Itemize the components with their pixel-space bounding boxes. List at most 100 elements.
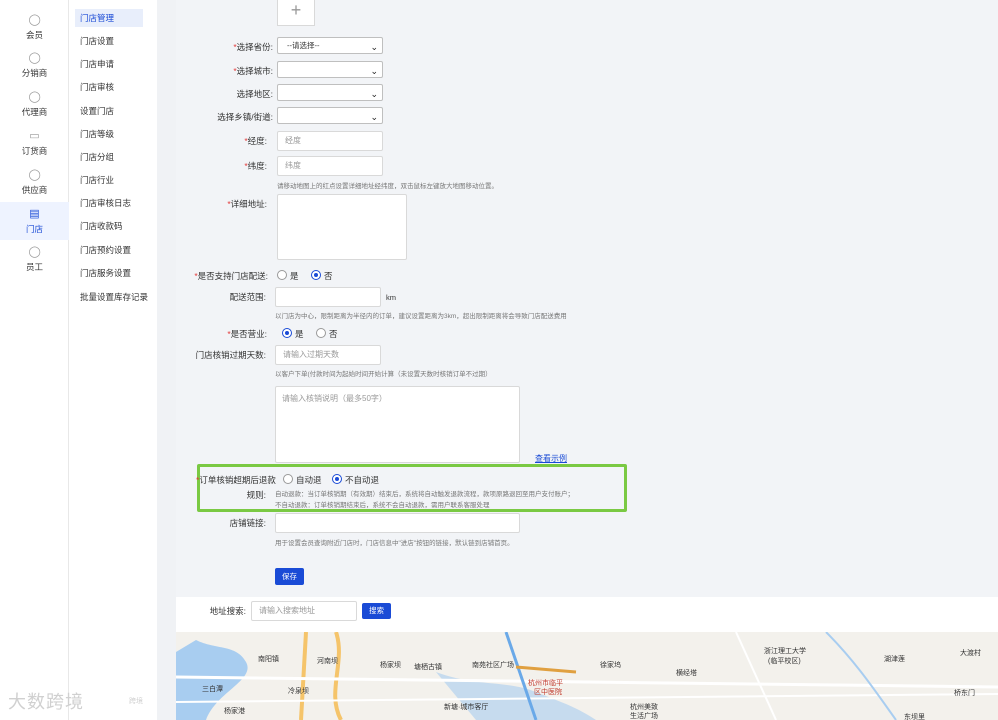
watermark-logo: 大数跨境 <box>8 692 84 712</box>
map-label: 新塘·城市客厅 <box>444 704 489 711</box>
map-label: 浙江理工大学 <box>764 648 806 655</box>
map-label: 生活广场 <box>630 713 658 720</box>
rail-item-label: 分销商 <box>21 68 48 78</box>
refund-rule-label-line2: 规则: <box>246 490 266 500</box>
search-button[interactable]: 搜索 <box>362 603 391 619</box>
verify-description-textarea[interactable]: 请输入核销说明（最多50字） <box>275 386 520 463</box>
map-label: (临平校区) <box>768 658 801 665</box>
auto-refund-radio[interactable] <box>283 474 293 484</box>
open-yes-radio[interactable] <box>282 328 292 338</box>
map-label: 东坝里 <box>904 714 925 720</box>
map-label: 徐家坞 <box>600 662 621 669</box>
store-link-label: 店铺链接: <box>229 518 266 528</box>
map-label: 杨家坝 <box>380 662 401 669</box>
delivery-range-input[interactable] <box>275 287 381 307</box>
subnav-item-batch-stock[interactable]: 批量设置库存记录 <box>75 288 148 306</box>
primary-nav-rail: ◯ 会员 ◯ 分销商 ◯ 代理商 ▭ 订货商 ◯ 供应商 ▤ 门店 ◯ 员工 <box>0 0 69 720</box>
refund-rule-label-line1: *订单核销超期后退款 <box>196 475 276 485</box>
province-select[interactable]: --请选择-- ⌄ <box>277 37 383 54</box>
map-label: 塘栖古镇 <box>414 664 442 671</box>
delivery-no-radio[interactable] <box>311 270 321 280</box>
plus-icon: + <box>290 0 302 20</box>
subnav-item-service-settings[interactable]: 门店服务设置 <box>75 264 143 282</box>
district-label: 选择地区: <box>236 89 273 99</box>
subnav-item-booking-settings[interactable]: 门店预约设置 <box>75 241 143 259</box>
subnav-item-payment-code[interactable]: 门店收款码 <box>75 217 143 235</box>
address-search-input[interactable]: 请输入搜索地址 <box>251 601 357 621</box>
district-select[interactable]: ⌄ <box>277 84 383 101</box>
delivery-support-label: *是否支持门店配送: <box>194 271 268 281</box>
rail-item-label: 代理商 <box>21 107 48 117</box>
delivery-yes-label: 是 <box>290 271 299 281</box>
auto-refund-hint: 自动退款：当订单核销期（有效期）结束后，系统将自动触发退款流程，款项原路退回至用… <box>275 491 574 498</box>
km-unit: km <box>386 293 396 302</box>
subnav-item-review-log[interactable]: 门店审核日志 <box>75 194 143 212</box>
delivery-no-label: 否 <box>324 271 333 281</box>
subnav-item-store-apply[interactable]: 门店申请 <box>75 55 143 73</box>
chevron-down-icon: ⌄ <box>370 66 378 76</box>
secondary-nav: 门店管理 门店设置 门店申请 门店审核 设置门店 门店等级 门店分组 门店行业 … <box>69 0 157 720</box>
no-auto-refund-radio[interactable] <box>332 474 342 484</box>
subnav-item-store-settings[interactable]: 门店设置 <box>75 32 143 50</box>
map-label: 桥东门 <box>954 690 975 697</box>
rail-item-label: 门店 <box>25 224 43 234</box>
map-hint-text: 请移动地图上的红点设置详细地址经纬度，双击鼠标左键放大地图移动位置。 <box>277 183 498 190</box>
map-label: 区中医院 <box>534 689 562 696</box>
chevron-down-icon: ⌄ <box>370 112 378 122</box>
town-select[interactable]: ⌄ <box>277 107 383 124</box>
expire-days-input[interactable]: 请输入过期天数 <box>275 345 381 365</box>
location-map[interactable]: 南阳镇 河南坝 杨家坝 塘栖古镇 南苑社区广场 浙江理工大学 (临平校区) 湖津… <box>176 632 998 720</box>
longitude-input[interactable]: 经度 <box>277 131 383 151</box>
image-upload-button[interactable]: + <box>277 0 315 26</box>
store-icon: ▤ <box>29 208 40 220</box>
map-label: 大渡村 <box>960 650 981 657</box>
rail-item-distributor[interactable]: ◯ 分销商 <box>0 52 69 88</box>
expire-days-hint: 以客户下单(付款时间为起始时间开始计算（未设置天数时核销订单不过期） <box>275 371 492 378</box>
subnav-item-store-level[interactable]: 门店等级 <box>75 125 143 143</box>
province-label: *选择省份: <box>233 42 273 52</box>
chevron-down-icon: ⌄ <box>370 42 378 52</box>
rail-item-label: 订货商 <box>21 146 48 156</box>
store-link-hint: 用于设置会员查询附近门店时，门店信息中"进店"按钮的链接，默认链到店铺首页。 <box>275 540 514 547</box>
map-label: 冷泉坝 <box>288 688 309 695</box>
city-label: *选择城市: <box>233 66 273 76</box>
delivery-yes-radio[interactable] <box>277 270 287 280</box>
rail-item-agent[interactable]: ◯ 代理商 <box>0 91 69 127</box>
view-example-link[interactable]: 查看示例 <box>535 453 567 464</box>
save-button[interactable]: 保存 <box>275 568 304 585</box>
subnav-item-store-management[interactable]: 门店管理 <box>75 9 143 27</box>
delivery-range-hint: 以门店为中心，限制距离为半径内的订单，建议设置距离为3km，超出限制距离将会导致… <box>275 313 567 320</box>
address-textarea[interactable] <box>277 194 407 260</box>
rail-item-supplier[interactable]: ◯ 供应商 <box>0 169 69 205</box>
map-canvas <box>176 632 998 720</box>
subnav-item-store-industry[interactable]: 门店行业 <box>75 171 143 189</box>
agent-icon: ◯ <box>28 91 41 103</box>
rail-item-store[interactable]: ▤ 门店 <box>0 202 69 240</box>
subnav-item-store-group[interactable]: 门店分组 <box>75 148 143 166</box>
latitude-input[interactable]: 纬度 <box>277 156 383 176</box>
map-label: 湖津莲 <box>884 656 905 663</box>
order-icon: ▭ <box>29 130 40 142</box>
no-auto-refund-label: 不自动退 <box>345 475 380 485</box>
watermark-small-text: 跨境 <box>129 698 143 705</box>
rail-item-member[interactable]: ◯ 会员 <box>0 14 69 50</box>
map-label: 河南坝 <box>317 658 338 665</box>
staff-icon: ◯ <box>28 246 41 258</box>
map-label: 杨家港 <box>224 708 245 715</box>
rail-item-label: 员工 <box>25 262 43 272</box>
subnav-item-store-review[interactable]: 门店审核 <box>75 78 143 96</box>
supplier-icon: ◯ <box>28 169 41 181</box>
rail-item-label: 供应商 <box>21 185 48 195</box>
latitude-label: *纬度: <box>244 161 267 171</box>
store-link-input[interactable] <box>275 513 520 533</box>
rail-item-orderer[interactable]: ▭ 订货商 <box>0 130 69 166</box>
map-label: 南苑社区广场 <box>472 662 514 669</box>
open-no-radio[interactable] <box>316 328 326 338</box>
rail-item-label: 会员 <box>25 30 43 40</box>
city-select[interactable]: ⌄ <box>277 61 383 78</box>
user-icon: ◯ <box>28 14 41 26</box>
rail-item-staff[interactable]: ◯ 员工 <box>0 246 69 282</box>
expire-days-label: 门店核销过期天数: <box>195 350 266 360</box>
distributor-icon: ◯ <box>28 52 41 64</box>
subnav-item-set-store[interactable]: 设置门店 <box>75 102 143 120</box>
